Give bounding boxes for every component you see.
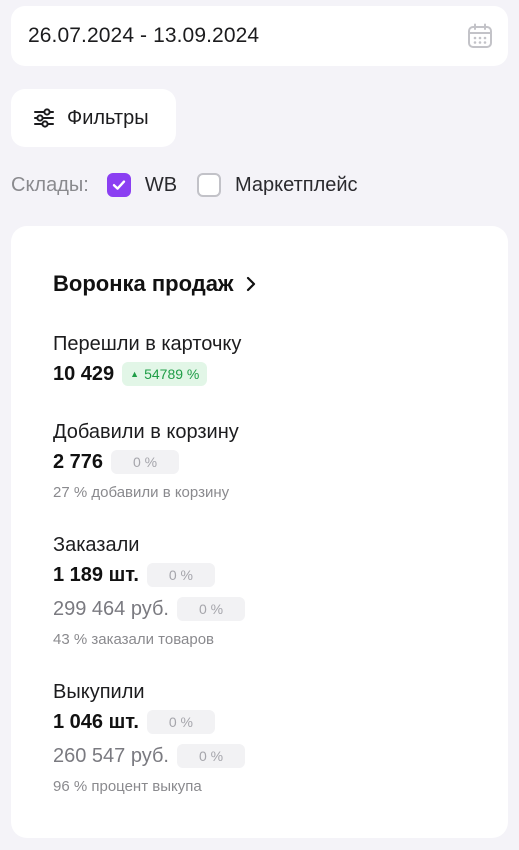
warehouses-filter: Склады: WB Маркетплейс	[11, 168, 358, 202]
buyouts-qty: 1 046 шт.	[53, 710, 139, 733]
buyouts-qty-change: 0 %	[146, 710, 215, 734]
check-icon	[112, 180, 126, 190]
buyouts-sum: 260 547 руб.	[53, 744, 169, 767]
orders-sum: 299 464 руб.	[53, 597, 169, 620]
visits-change-badge: ▲ 54789 %	[122, 362, 208, 386]
sliders-icon	[33, 106, 57, 130]
visits-change: 54789 %	[144, 366, 200, 382]
date-range-field[interactable]: 26.07.2024 - 13.09.2024	[11, 6, 508, 66]
metric-orders: Заказали 1 189 шт. 0 % 299 464 руб. 0 % …	[53, 533, 245, 648]
metric-visits: Перешли в карточку 10 429 ▲ 54789 %	[53, 332, 241, 388]
orders-qty: 1 189 шт.	[53, 563, 139, 586]
warehouses-label: Склады:	[11, 173, 89, 196]
warehouse-option-wb[interactable]: WB	[106, 173, 178, 197]
visits-label: Перешли в карточку	[53, 333, 242, 355]
marketplace-checkbox[interactable]	[197, 173, 222, 197]
orders-sum-change: 0 %	[177, 597, 245, 621]
chevron-right-icon	[246, 274, 260, 294]
warehouse-option-marketplace[interactable]: Маркетплейс	[197, 173, 358, 197]
arrow-up-icon: ▲	[130, 369, 140, 379]
metric-cart: Добавили в корзину 2 776 0 % 27 % добави…	[53, 420, 239, 501]
date-range-value: 26.07.2024 - 13.09.2024	[28, 24, 260, 47]
sales-funnel-card: Воронка продаж Перешли в карточку 10 429…	[11, 226, 508, 838]
orders-qty-change: 0 %	[146, 563, 215, 587]
orders-label: Заказали	[53, 534, 140, 556]
filters-label: Фильтры	[67, 106, 149, 129]
wb-label: WB	[144, 173, 178, 196]
metric-buyouts: Выкупили 1 046 шт. 0 % 260 547 руб. 0 % …	[53, 680, 245, 795]
filters-button[interactable]: Фильтры	[11, 89, 176, 147]
buyouts-sum-change: 0 %	[177, 744, 245, 768]
buyouts-note: 96 % процент выкупа	[53, 778, 202, 795]
orders-note: 43 % заказали товаров	[53, 631, 215, 648]
sales-funnel-title-text: Воронка продаж	[53, 271, 234, 296]
wb-checkbox[interactable]	[106, 173, 131, 197]
marketplace-label: Маркетплейс	[235, 173, 358, 196]
sales-funnel-title[interactable]: Воронка продаж	[53, 271, 260, 297]
cart-note: 27 % добавили в корзину	[53, 484, 230, 501]
cart-label: Добавили в корзину	[53, 421, 239, 443]
cart-value: 2 776	[53, 450, 104, 473]
cart-change: 0 %	[111, 450, 180, 474]
calendar-icon[interactable]	[466, 22, 494, 50]
buyouts-label: Выкупили	[53, 681, 145, 703]
visits-value: 10 429	[53, 362, 115, 385]
